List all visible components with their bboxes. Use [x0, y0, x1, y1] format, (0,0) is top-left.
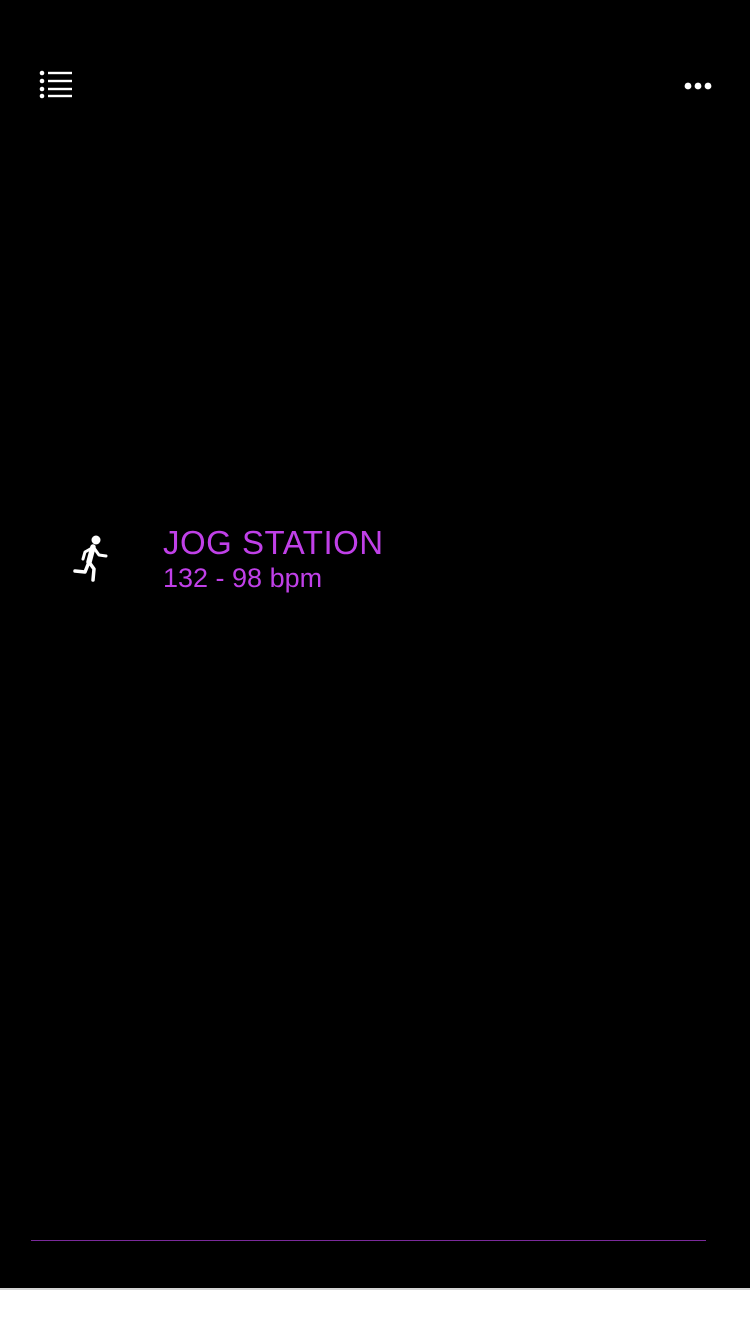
menu-button[interactable]: [36, 66, 78, 102]
station-name: JOG STATION: [163, 524, 384, 561]
running-person-icon: [73, 535, 108, 582]
more-options-button[interactable]: [676, 70, 720, 102]
screen-bottom-edge: [0, 1288, 750, 1290]
list-icon: [39, 70, 72, 99]
ellipsis-icon: [684, 82, 712, 90]
station-bpm: 132 - 98 bpm: [163, 563, 323, 593]
app-screen: JOG STATION 132 - 98 bpm: [0, 0, 750, 1288]
bottom-divider: [31, 1240, 706, 1241]
station-item[interactable]: JOG STATION 132 - 98 bpm: [60, 520, 660, 600]
